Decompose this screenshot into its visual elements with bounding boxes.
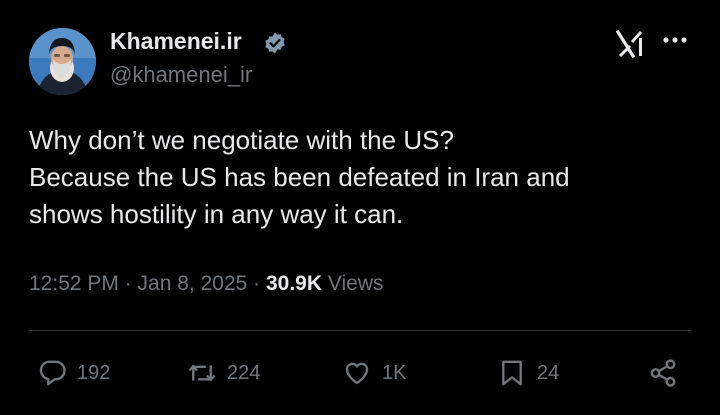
views-label: Views [322,272,384,295]
reply-icon [39,360,66,386]
tweet-line: shows hostility in any way it can. [29,199,404,229]
more-icon[interactable] [662,36,688,44]
verified-badge-icon [265,32,285,54]
tweet-line: Why don’t we negotiate with the US? [29,125,454,155]
views-count: 30.9K [265,272,323,295]
display-name[interactable]: Khamenei.ir [110,28,242,55]
share-button[interactable] [648,357,688,389]
repost-icon [188,364,216,382]
user-handle[interactable]: @khamenei_ir [110,62,252,88]
x-logo-icon[interactable] [616,30,646,58]
share-icon [650,359,676,387]
tweet-meta: 12:52 PM · Jan 8, 2025 · 30.9K Views [29,272,384,296]
tweet-text: Why don’t we negotiate with the US? Beca… [29,122,689,233]
divider [29,330,691,331]
tweet-line: Because the US has been defeated in Iran… [29,162,570,192]
reply-count: 192 [77,361,111,384]
bookmark-icon [502,360,522,386]
heart-icon [345,362,369,385]
repost-button[interactable]: 224 [187,357,260,389]
reply-button[interactable]: 192 [37,357,110,389]
bookmark-button[interactable]: 24 [497,357,559,389]
like-button[interactable]: 1K [342,357,406,389]
tweet-card: Khamenei.ir @khamenei_ir Why don’t we ne… [0,0,720,415]
timestamp[interactable]: 12:52 PM · Jan 8, 2025 · [29,272,266,295]
repost-count: 224 [227,361,261,384]
like-count: 1K [382,361,407,384]
avatar[interactable] [29,28,96,95]
bookmark-count: 24 [537,361,560,384]
